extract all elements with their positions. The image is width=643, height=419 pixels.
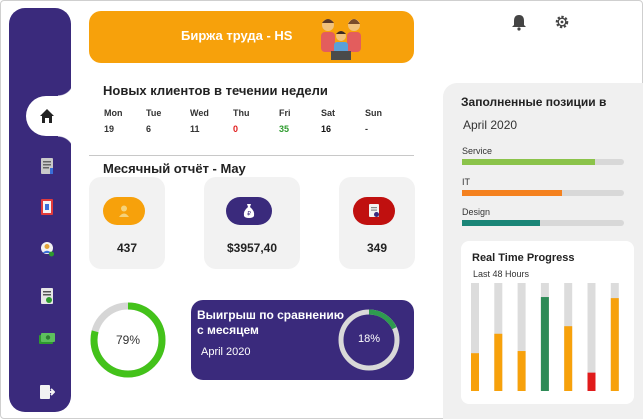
position-fill	[462, 190, 563, 196]
day-sun: Sun -	[365, 108, 382, 134]
book-icon[interactable]	[38, 198, 56, 216]
position-label: Design	[462, 207, 491, 217]
bar-fill	[471, 353, 479, 391]
day-sat: Sat 16	[321, 108, 336, 134]
stat-card-clients[interactable]: 437	[89, 177, 165, 269]
position-fill	[462, 220, 540, 226]
day-value: 6	[146, 124, 152, 134]
home-icon	[38, 107, 56, 125]
day-wed: Wed 11	[190, 108, 209, 134]
stat-card-revenue[interactable]: ₽ $3957,40	[204, 177, 300, 269]
user-icon	[103, 197, 145, 225]
position-service: Service	[462, 146, 624, 165]
money-bag-icon: ₽	[226, 197, 272, 225]
position-design: Design	[462, 207, 624, 226]
position-track	[462, 159, 624, 165]
day-thu: Thu 0	[233, 108, 250, 134]
comparison-percent: 18%	[357, 333, 381, 345]
team-illustration-icon	[315, 11, 367, 68]
day-fri: Fri 35	[279, 108, 291, 134]
user-settings-icon[interactable]	[38, 240, 56, 258]
position-fill	[462, 159, 595, 165]
day-value: 0	[233, 124, 239, 134]
stat-card-vacancies[interactable]: 349	[339, 177, 415, 269]
position-track	[462, 190, 624, 196]
day-tue: Tue 6	[146, 108, 162, 134]
monthly-title: Месячный отчёт - May	[103, 161, 246, 176]
stat-value: 437	[116, 241, 138, 255]
report-icon[interactable]	[38, 287, 56, 305]
bar-fill	[587, 372, 596, 391]
logout-icon[interactable]	[38, 383, 56, 401]
gauge-label: 79%	[115, 333, 141, 347]
notes-icon[interactable]	[38, 157, 56, 175]
bar-fill	[610, 298, 619, 391]
sidebar-item-home[interactable]	[26, 80, 74, 152]
realtime-bars	[471, 283, 619, 391]
weekly-title: Новых клиентов в течении недели	[103, 83, 328, 98]
comparison-title: Выигрыш по сравнению с месяцем	[197, 308, 344, 337]
stat-value: 349	[366, 241, 388, 255]
day-value: 11	[190, 124, 200, 134]
day-value: 16	[321, 124, 332, 134]
bar-fill	[540, 297, 549, 391]
divider	[89, 155, 414, 156]
money-icon[interactable]	[38, 329, 56, 347]
day-mon: Mon 19	[104, 108, 123, 134]
app-title: Биржа труда - HS	[181, 28, 293, 43]
bar-fill	[564, 326, 573, 391]
day-value: -	[365, 124, 368, 134]
bell-icon[interactable]	[510, 13, 528, 31]
position-label: Service	[462, 146, 493, 156]
gear-icon[interactable]	[553, 13, 571, 31]
day-value: 35	[279, 124, 290, 134]
bar-fill	[517, 351, 526, 391]
document-check-icon	[353, 197, 395, 225]
position-track	[462, 220, 624, 226]
bar-fill	[494, 333, 503, 391]
comparison-month: April 2020	[201, 346, 251, 358]
position-label: IT	[462, 177, 470, 187]
position-it: IT	[462, 177, 624, 196]
header-banner: Биржа труда - HS	[89, 11, 414, 63]
positions-month: April 2020	[463, 118, 518, 132]
stat-value: $3957,40	[226, 241, 278, 255]
realtime-progress-card: Real Time Progress Last 48 Hours	[461, 241, 634, 404]
positions-title: Заполненные позиции в	[461, 95, 607, 109]
day-value: 19	[104, 124, 115, 134]
svg-text:₽: ₽	[247, 211, 251, 218]
weekly-days: Mon 19 Tue 6 Wed 11 Thu 0 Fri 35 Sat 16 Sun -	[104, 108, 404, 138]
comparison-card[interactable]: Выигрыш по сравнению с месяцем April 202…	[191, 300, 414, 380]
